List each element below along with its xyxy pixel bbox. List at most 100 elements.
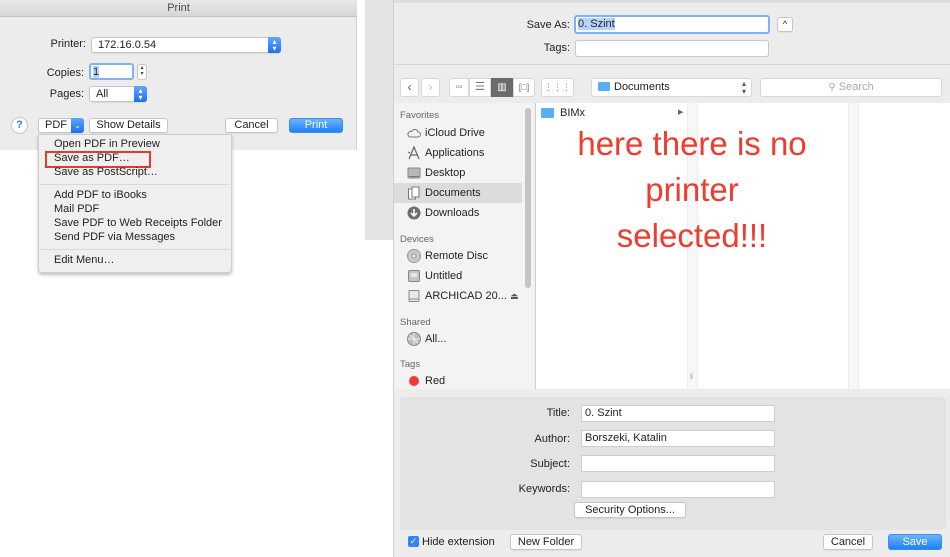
print-button[interactable]: Print [289, 118, 343, 133]
sidebar-item-desktop[interactable]: Desktop [394, 163, 522, 183]
sidebar-item-documents[interactable]: Documents [394, 183, 522, 203]
collapse-button[interactable]: ^ [777, 17, 793, 32]
sidebar-item-applications[interactable]: Applications [394, 143, 522, 163]
sidebar-item-label: Downloads [425, 207, 480, 219]
column-view-button[interactable]: ▥ [491, 78, 513, 97]
print-dialog: Print Printer: 172.16.0.54 ▴ ▾ Copies: 1 … [0, 0, 357, 150]
annotation-line: printer selected!!! [616, 171, 768, 254]
sidebar-item-label: Applications [425, 147, 485, 159]
author-input[interactable]: Borszeki, Katalin [581, 430, 775, 447]
column-resize-handle-icon[interactable]: ‖ [690, 374, 693, 381]
tags-label: Tags: [543, 42, 570, 54]
disc-icon [407, 249, 421, 263]
sidebar-item-label: Documents [425, 187, 481, 199]
column-view-icon: ▥ [497, 82, 507, 93]
sidebar-item-label: Remote Disc [425, 250, 488, 262]
list-view-icon: ☰ [475, 81, 485, 93]
disclosure-arrow-icon: ▶ [678, 109, 684, 116]
new-folder-button[interactable]: New Folder [510, 534, 582, 550]
checkmark-icon: ✓ [409, 536, 418, 546]
forward-button[interactable]: › [421, 78, 440, 97]
printer-select[interactable]: 172.16.0.54 ▴ ▾ [91, 37, 281, 53]
eject-icon[interactable]: ⏏ [510, 286, 519, 306]
title-label: Title: [546, 407, 570, 419]
sidebar-item-label: Desktop [425, 167, 466, 179]
save-cancel-button[interactable]: Cancel [823, 534, 873, 550]
column-divider[interactable] [848, 103, 859, 389]
hide-extension-label[interactable]: Hide extension [422, 536, 495, 548]
sidebar-scrollbar[interactable] [525, 108, 531, 288]
documents-icon [408, 186, 420, 200]
sidebar-item-icloud-drive[interactable]: iCloud Drive [394, 123, 522, 143]
pages-value: All [96, 88, 109, 100]
menu-item-send-pdf-via-messages[interactable]: Send PDF via Messages [54, 231, 175, 244]
pages-select[interactable]: All ▴ ▾ [89, 86, 147, 102]
icon-view-button[interactable]: ▫▫ [449, 78, 469, 97]
show-details-button[interactable]: Show Details [89, 118, 168, 133]
sidebar-item-untitled[interactable]: Untitled [394, 266, 522, 286]
save-button[interactable]: Save [888, 534, 942, 550]
arrange-button[interactable]: ⋮⋮⋮ ⌄ [541, 78, 574, 109]
menu-separator [40, 184, 230, 185]
menu-item-mail-pdf[interactable]: Mail PDF [54, 203, 99, 216]
save-as-input[interactable]: 0. Szint [574, 15, 770, 34]
menu-item-open-pdf-in-preview[interactable]: Open PDF in Preview [54, 138, 160, 151]
title-value: 0. Szint [585, 407, 622, 419]
sidebar-item-label: iCloud Drive [425, 127, 485, 139]
keywords-label: Keywords: [518, 483, 570, 495]
network-icon [407, 332, 421, 346]
chevron-left-icon: ‹ [407, 80, 412, 94]
title-input[interactable]: 0. Szint [581, 405, 775, 422]
sidebar-item-label: All... [425, 333, 447, 345]
sidebar-heading-favorites: Favorites [400, 110, 440, 121]
author-value: Borszeki, Katalin [585, 432, 667, 444]
annotation-line: here there is no [577, 125, 807, 162]
sidebar-item-archicad[interactable]: ARCHICAD 20... ⏏ [394, 286, 522, 306]
red-tag-icon [409, 376, 419, 386]
copies-input[interactable]: 1 [89, 63, 134, 80]
file-row-bimx[interactable]: BIMx ▶ [539, 106, 687, 120]
chevron-updown-icon: ▴ ▾ [134, 86, 147, 102]
back-button[interactable]: ‹ [400, 78, 419, 97]
pdf-menu-button[interactable]: PDF ⌄ [38, 118, 84, 133]
sidebar-item-all-shared[interactable]: All... [394, 329, 522, 349]
keywords-input[interactable] [581, 481, 775, 498]
sidebar-item-downloads[interactable]: Downloads [394, 203, 522, 223]
menu-item-add-pdf-to-ibooks[interactable]: Add PDF to iBooks [54, 189, 147, 202]
folder-icon [541, 108, 554, 118]
menu-item-save-pdf-to-web-receipts[interactable]: Save PDF to Web Receipts Folder [54, 217, 222, 230]
tags-input[interactable] [575, 40, 769, 57]
sidebar-item-label: Untitled [425, 270, 463, 282]
print-dialog-title: Print [0, 0, 357, 17]
sidebar-item-remote-disc[interactable]: Remote Disc [394, 246, 522, 266]
chevron-updown-icon: ▴ ▾ [268, 37, 281, 53]
printer-value: 172.16.0.54 [98, 39, 157, 51]
location-select[interactable]: Documents ▴ ▾ [591, 78, 752, 97]
help-button[interactable]: ? [11, 117, 28, 134]
copies-stepper[interactable]: ▴ ▾ [137, 64, 147, 80]
background-window-edge [365, 0, 393, 240]
folder-icon [598, 82, 610, 91]
question-icon: ? [16, 119, 23, 131]
search-input[interactable]: ⚲ Search [760, 78, 942, 97]
sidebar-item-label: ARCHICAD 20... [425, 290, 507, 302]
location-value: Documents [614, 81, 670, 93]
sheet-top-edge [394, 0, 950, 3]
menu-item-save-as-postscript[interactable]: Save as PostScript… [54, 166, 158, 179]
pages-label: Pages: [49, 88, 84, 100]
desktop-icon [407, 167, 421, 179]
subject-input[interactable] [581, 455, 775, 472]
chevron-up-icon: ^ [782, 19, 788, 29]
list-view-button[interactable]: ☰ [469, 78, 491, 97]
save-as-value: 0. Szint [578, 18, 615, 30]
menu-item-edit-menu[interactable]: Edit Menu… [54, 254, 115, 267]
hide-extension-checkbox[interactable]: ✓ [408, 536, 419, 547]
coverflow-view-button[interactable]: [□] [513, 78, 535, 97]
search-placeholder: Search [838, 81, 874, 93]
downloads-icon [407, 206, 421, 220]
security-options-button[interactable]: Security Options... [574, 502, 686, 518]
sidebar-item-tag-red[interactable]: Red [394, 371, 522, 391]
pdf-metadata-panel: Title: 0. Szint Author: Borszeki, Katali… [400, 397, 946, 530]
copies-value: 1 [93, 66, 100, 78]
print-cancel-button[interactable]: Cancel [225, 118, 278, 133]
